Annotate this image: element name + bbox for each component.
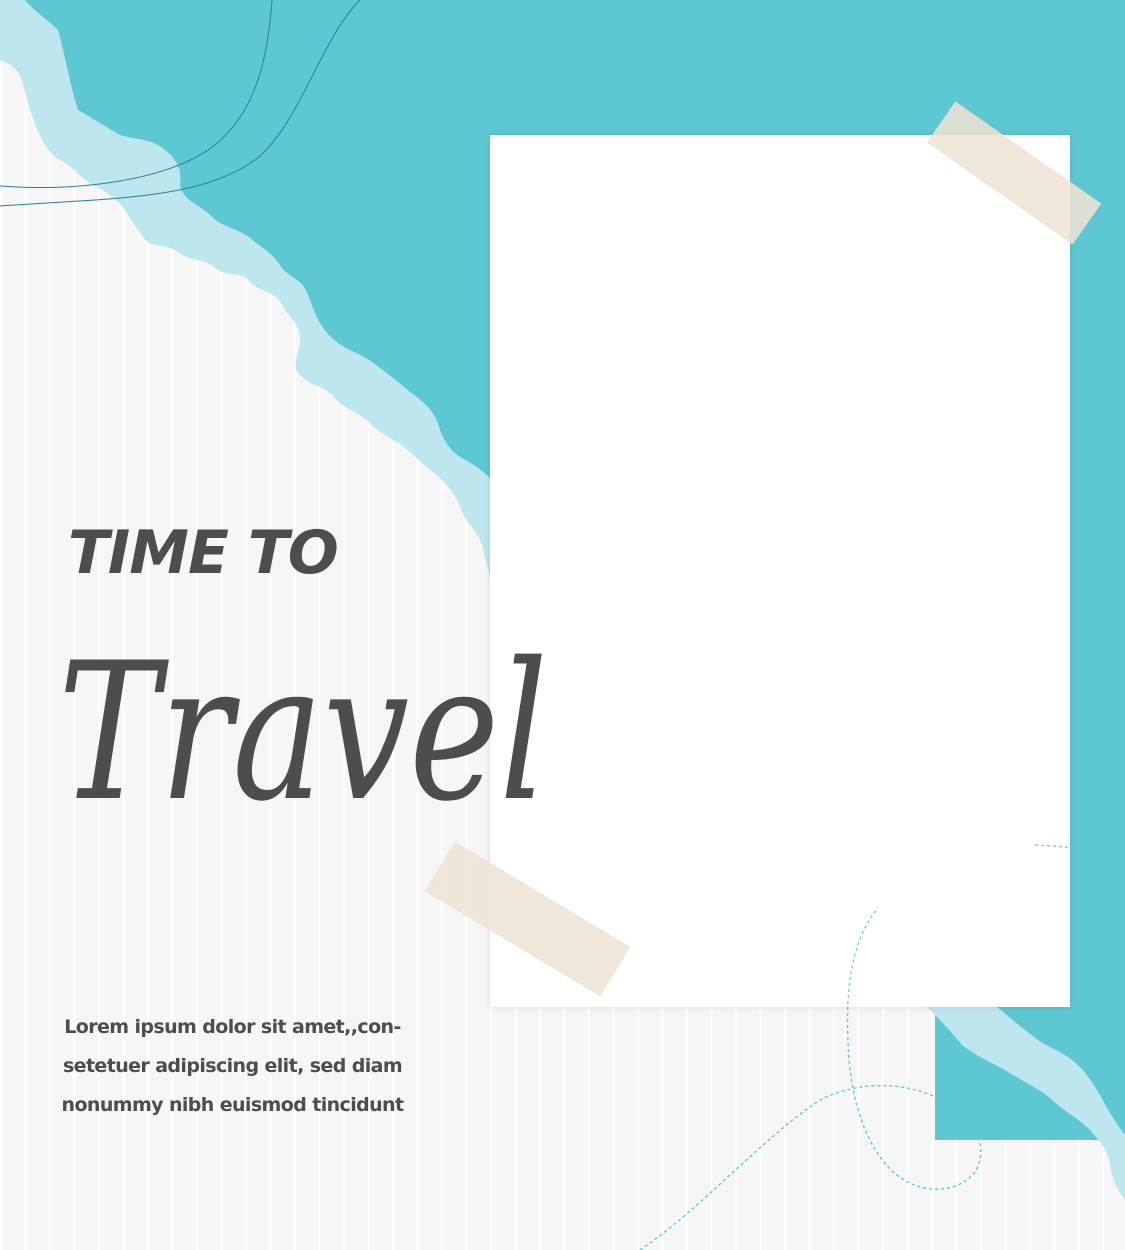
body-line-2: setetuer adipiscing elit, sed diam — [62, 1055, 403, 1077]
body-line-1: Lorem ipsum dolor sit amet,,con- — [64, 1016, 401, 1038]
headline-travel: Travel — [58, 622, 548, 838]
body-paragraph: Lorem ipsum dolor sit amet,,con- setetue… — [50, 1008, 415, 1125]
flight-path-dotted-overlay-2 — [1034, 844, 1073, 849]
headline-time-to: TIME TO — [68, 518, 339, 588]
body-line-3: nonummy nibh euismod tincidunt — [61, 1094, 405, 1116]
flight-path-dotted-overlay — [639, 907, 982, 1250]
headline-script: Travel — [58, 622, 548, 838]
travel-poster: TIME TO Travel Lorem ipsum dolor sit ame… — [0, 0, 1125, 1250]
